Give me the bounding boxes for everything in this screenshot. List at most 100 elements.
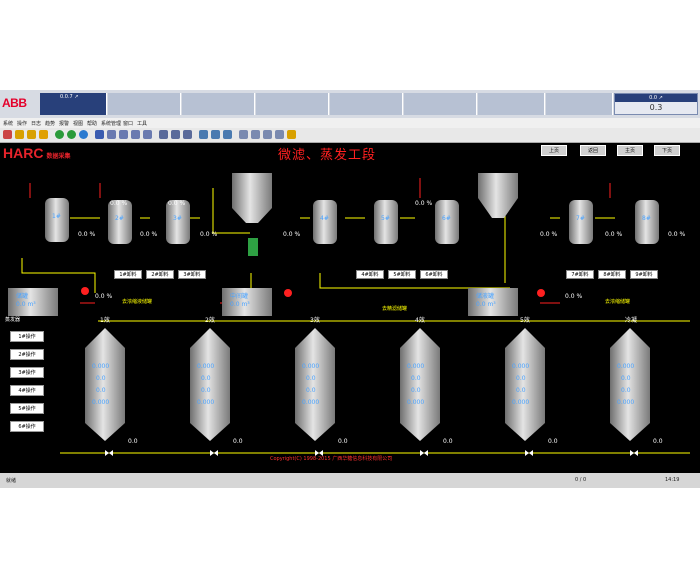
top-vessels (45, 198, 659, 244)
side-button[interactable]: 1#操作 (10, 331, 44, 342)
evap-bottom: 0.0 (128, 438, 138, 445)
go-icon[interactable] (55, 130, 64, 139)
unit-label: 4# (320, 215, 329, 222)
piping-diagram (8, 173, 690, 456)
alarm-icon[interactable] (39, 130, 48, 139)
evap-value: 0.0 (621, 375, 631, 382)
alarm-cell[interactable] (108, 93, 181, 115)
tank-label: 储罐 (16, 293, 29, 300)
document-icon[interactable] (107, 130, 116, 139)
side-button[interactable]: 4#操作 (10, 385, 44, 396)
evap-value: 0.0 (516, 375, 526, 382)
tools-icon[interactable] (275, 130, 284, 139)
trend-icon[interactable] (263, 130, 272, 139)
menu-item[interactable]: 日志 (31, 120, 41, 127)
side-button[interactable]: 5#操作 (10, 403, 44, 414)
menu-item[interactable]: 系统 (3, 120, 13, 127)
evaporator-id: 1效 (100, 317, 110, 324)
info-icon[interactable] (79, 130, 88, 139)
hmi-window: ABB 0.0.7 ↗ 0.0 ↗ 0.3 系统 操作 日志 趋势 报警 视图 … (0, 90, 700, 488)
alarm-cell[interactable] (546, 93, 613, 115)
list-icon[interactable] (171, 130, 180, 139)
side-button[interactable]: 6#操作 (10, 421, 44, 432)
small-label[interactable]: 7#卸料 (566, 270, 594, 279)
unit-label: 5# (381, 215, 390, 222)
alarm-cell[interactable] (256, 93, 329, 115)
menu-item[interactable]: 视图 (73, 120, 83, 127)
menu-item[interactable]: 报警 (59, 120, 69, 127)
evaporator-id: 2效 (205, 317, 215, 324)
alarm-cell[interactable] (182, 93, 255, 115)
menu-item[interactable]: 系统管理 (101, 120, 121, 127)
stop-icon[interactable] (3, 130, 12, 139)
reading: 0.0 % (565, 293, 583, 300)
document-icon[interactable] (143, 130, 152, 139)
small-label[interactable]: 3#卸料 (178, 270, 206, 279)
reading: 0.0 % (110, 200, 128, 207)
evap-value: 0.000 (197, 399, 215, 406)
menu-item[interactable]: 工具 (137, 120, 147, 127)
reading: 0.0 % (668, 231, 686, 238)
evap-value: 0.0 (201, 387, 211, 394)
alarm-header-bar: ABB 0.0.7 ↗ 0.0 ↗ 0.3 (0, 90, 700, 118)
refresh-icon[interactable] (67, 130, 76, 139)
tank-value: 0.0 m³ (476, 301, 496, 308)
menu-item[interactable]: 趋势 (45, 120, 55, 127)
alarm-cell[interactable] (330, 93, 403, 115)
menu-item[interactable]: 窗口 (123, 120, 133, 127)
unit-label: 7# (576, 215, 585, 222)
small-label[interactable]: 5#卸料 (388, 270, 416, 279)
evap-value: 0.0 (411, 387, 421, 394)
side-button[interactable]: 3#操作 (10, 367, 44, 378)
reading: 0.0 % (168, 200, 186, 207)
lock-icon[interactable] (287, 130, 296, 139)
window-icon[interactable] (199, 130, 208, 139)
window-icon[interactable] (211, 130, 220, 139)
evap-value: 0.0 (96, 375, 106, 382)
evaporator-id: 5效 (520, 317, 530, 324)
window-icon[interactable] (223, 130, 232, 139)
evap-value: 0.000 (302, 399, 320, 406)
warning-icon[interactable] (15, 130, 24, 139)
small-label[interactable]: 2#卸料 (146, 270, 174, 279)
copyright-text: Copyright(C) 1998-2015 广西华糖信息科技有限公司 (270, 456, 393, 462)
settings-icon[interactable] (251, 130, 260, 139)
unit-label: 8# (642, 215, 651, 222)
tank-label: 中间罐 (230, 293, 249, 300)
list-icon[interactable] (183, 130, 192, 139)
small-label[interactable]: 1#卸料 (114, 270, 142, 279)
evaporator-vessels (85, 328, 650, 441)
evap-value: 0.0 (306, 375, 316, 382)
evap-value: 0.000 (512, 399, 530, 406)
evap-value: 0.000 (407, 399, 425, 406)
alarm-cell[interactable] (478, 93, 545, 115)
reading: 0.0 % (95, 293, 113, 300)
document-icon[interactable] (131, 130, 140, 139)
tank-value: 0.0 m³ (16, 301, 36, 308)
small-label[interactable]: 4#卸料 (356, 270, 384, 279)
evap-bottom: 0.0 (233, 438, 243, 445)
process-graphic: HARC 数据采集 微滤、蒸发工段 上页 返回 主页 下页 1# 2# 3# 4… (0, 143, 700, 473)
status-bar: 就绪 0 / 0 14:19 (0, 473, 700, 488)
print-icon[interactable] (239, 130, 248, 139)
menu-item[interactable]: 操作 (17, 120, 27, 127)
menu-item[interactable]: 帮助 (87, 120, 97, 127)
unit-label: 2# (115, 215, 124, 222)
small-label[interactable]: 6#卸料 (420, 270, 448, 279)
save-icon[interactable] (95, 130, 104, 139)
alarm-cell-latest[interactable]: 0.0.7 ↗ (40, 93, 107, 115)
small-label[interactable]: 9#卸料 (630, 270, 658, 279)
small-label[interactable]: 8#卸料 (598, 270, 626, 279)
warning-icon[interactable] (27, 130, 36, 139)
reading: 0.0 % (283, 231, 301, 238)
flow-note: 去浓缩液储罐 (122, 299, 153, 305)
flow-note: 去精滤储罐 (382, 306, 408, 312)
reading: 0.0 % (605, 231, 623, 238)
document-icon[interactable] (119, 130, 128, 139)
list-icon[interactable] (159, 130, 168, 139)
unit-label: 1# (52, 213, 61, 220)
side-button[interactable]: 2#操作 (10, 349, 44, 360)
alarm-cell[interactable] (404, 93, 477, 115)
system-status-box[interactable]: 0.0 ↗ 0.3 (614, 93, 698, 115)
unit-label: 3# (173, 215, 182, 222)
